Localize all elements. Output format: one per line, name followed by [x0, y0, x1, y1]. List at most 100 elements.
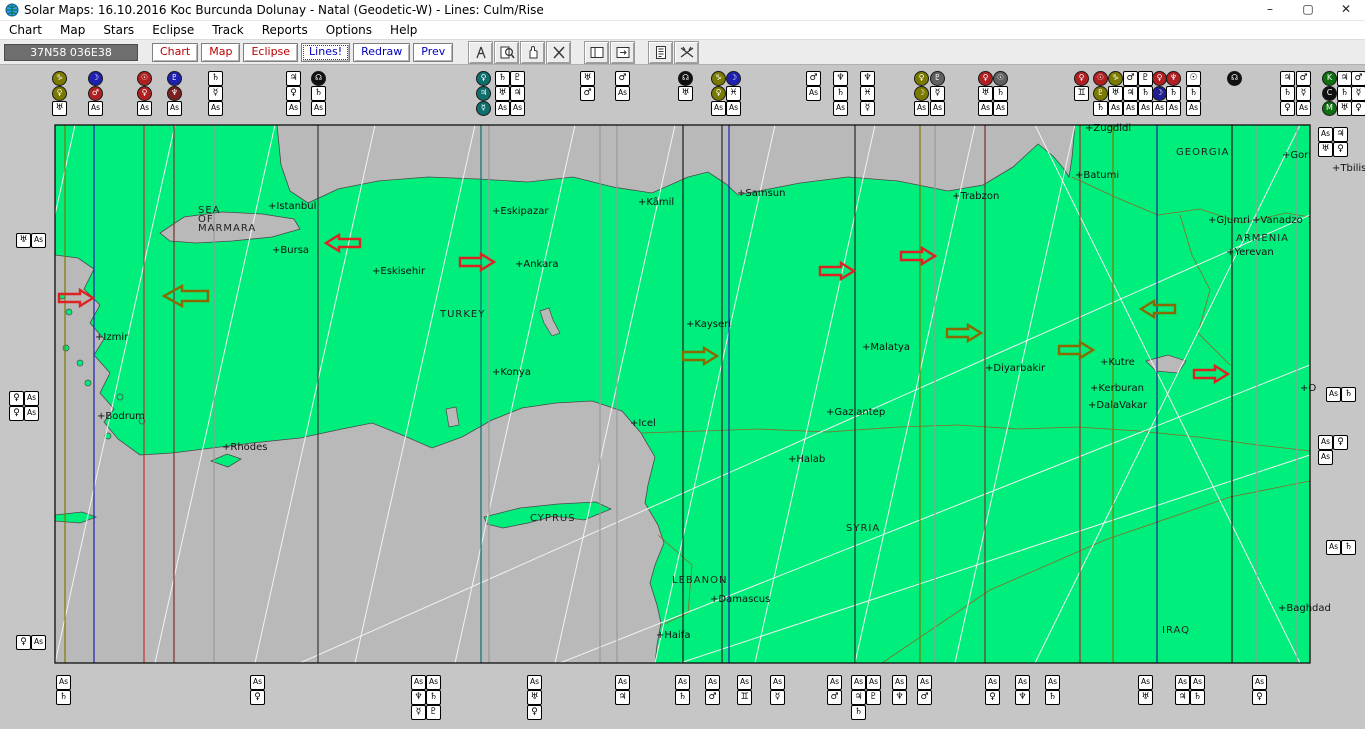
planet-glyph-chip: As — [1326, 387, 1341, 402]
planet-glyph-chip: As — [286, 101, 301, 116]
planet-glyph-chip: ♆ — [1166, 71, 1181, 86]
planet-glyph-chip: As — [827, 675, 842, 690]
planet-glyph-chip: ♊ — [1074, 86, 1089, 101]
planet-glyph-chip: ♄ — [1093, 101, 1108, 116]
planet-glyph-chip: ☊ — [311, 71, 326, 86]
divider-compass-icon[interactable] — [468, 41, 493, 64]
menu-item-track[interactable]: Track — [203, 21, 252, 39]
planet-glyph-chip: ♅ — [1318, 142, 1333, 157]
planet-glyph-chip: As — [311, 101, 326, 116]
planet-glyph-chip: As — [24, 391, 39, 406]
crossed-lines-icon[interactable] — [546, 41, 571, 64]
menu-item-eclipse[interactable]: Eclipse — [143, 21, 203, 39]
planet-glyph-chip: ♅ — [580, 71, 595, 86]
planet-glyph-chip: ♄ — [311, 86, 326, 101]
menu-bar: ChartMapStarsEclipseTrackReportsOptionsH… — [0, 21, 1365, 39]
zoom-page-icon[interactable] — [494, 41, 519, 64]
planet-glyph-chip: As — [1152, 101, 1167, 116]
close-button[interactable]: ✕ — [1327, 0, 1365, 20]
planet-glyph-chip: ♃ — [851, 690, 866, 705]
planet-glyph-chip: ♆ — [411, 690, 426, 705]
planet-glyph-chip: As — [978, 101, 993, 116]
prev-button[interactable]: Prev — [413, 43, 453, 62]
planet-glyph-chip: ☉ — [137, 71, 152, 86]
planet-glyph-chip: ♄ — [1045, 690, 1060, 705]
planet-glyph-chip: ♃ — [1337, 71, 1352, 86]
planet-glyph-chip: ☉ — [993, 71, 1008, 86]
planet-glyph-chip: As — [1296, 101, 1311, 116]
planet-glyph-chip: ♅ — [16, 233, 31, 248]
planet-glyph-chip: ♂ — [1123, 71, 1138, 86]
planet-glyph-chip: ♂ — [1351, 71, 1365, 86]
planet-glyph-chip: As — [24, 406, 39, 421]
map-button[interactable]: Map — [201, 43, 240, 62]
planet-glyph-chip: C — [1322, 86, 1337, 101]
planet-glyph-chip: ♅ — [678, 86, 693, 101]
maximize-button[interactable]: ▢ — [1289, 0, 1327, 20]
planet-glyph-chip: ☉ — [1093, 71, 1108, 86]
frame-left-icon[interactable] — [584, 41, 609, 64]
frame-arrow-icon[interactable] — [610, 41, 635, 64]
planet-glyph-chip: ♀ — [1333, 142, 1348, 157]
planet-glyph-chip: ♇ — [866, 690, 881, 705]
planet-glyph-chip: ♑ — [711, 71, 726, 86]
planet-glyph-chip: As — [1108, 101, 1123, 116]
planet-glyph-chip: ♃ — [615, 690, 630, 705]
chart-button[interactable]: Chart — [152, 43, 198, 62]
planet-glyph-chip: As — [208, 101, 223, 116]
planet-glyph-chip: As — [833, 101, 848, 116]
planet-glyph-chip: As — [1123, 101, 1138, 116]
planet-glyph-chip: ♄ — [675, 690, 690, 705]
menu-item-chart[interactable]: Chart — [0, 21, 51, 39]
menu-item-options[interactable]: Options — [317, 21, 381, 39]
toolbar: 37N58 036E38 ChartMapEclipseLines!Redraw… — [0, 39, 1365, 65]
planet-glyph-chip: ♄ — [1190, 690, 1205, 705]
planet-glyph-chip: ♀ — [1280, 101, 1295, 116]
planet-glyph-chip: ♂ — [1296, 71, 1311, 86]
planet-glyph-chip: ♃ — [1280, 71, 1295, 86]
title-bar: Solar Maps: 16.10.2016 Koc Burcunda Dolu… — [0, 0, 1365, 21]
report-list-icon[interactable] — [648, 41, 673, 64]
planet-glyph-chip: As — [1015, 675, 1030, 690]
planet-glyph-chip: As — [726, 101, 741, 116]
planet-glyph-chip: ♂ — [88, 86, 103, 101]
planet-glyph-chip: ☿ — [476, 101, 491, 116]
redraw-button[interactable]: Redraw — [353, 43, 410, 62]
eclipse-button[interactable]: Eclipse — [243, 43, 298, 62]
planet-glyph-chip: ☊ — [1227, 71, 1242, 86]
planet-glyph-chip: ♆ — [167, 86, 182, 101]
planet-glyph-chip: ♑ — [52, 71, 67, 86]
planet-glyph-chip: ♀ — [16, 635, 31, 650]
planet-glyph-chip: ♆ — [892, 690, 907, 705]
menu-item-reports[interactable]: Reports — [253, 21, 317, 39]
planet-glyph-chip: As — [31, 635, 46, 650]
planet-glyph-chip: ♇ — [510, 71, 525, 86]
crossed-axes-icon[interactable] — [674, 41, 699, 64]
planet-glyph-chip: ♅ — [1138, 690, 1153, 705]
planet-glyph-chip: As — [1138, 675, 1153, 690]
map-area: +Istanbul+Bursa+Eskisehir+Eskipazar+Anka… — [0, 65, 1365, 729]
lines-button[interactable]: Lines! — [301, 43, 350, 62]
planet-glyph-chip: As — [1252, 675, 1267, 690]
menu-item-stars[interactable]: Stars — [94, 21, 143, 39]
planet-glyph-chip: ♄ — [1280, 86, 1295, 101]
hand-pointer-icon[interactable] — [520, 41, 545, 64]
minimize-button[interactable]: – — [1251, 0, 1289, 20]
planet-glyph-chip: ♀ — [914, 71, 929, 86]
planet-glyph-chip: ♑ — [1108, 71, 1123, 86]
planet-glyph-chip: ♀ — [985, 690, 1000, 705]
planet-glyph-chip: ♀ — [52, 86, 67, 101]
planet-glyph-chip: As — [930, 101, 945, 116]
menu-item-map[interactable]: Map — [51, 21, 94, 39]
planet-glyph-chip: ♂ — [705, 690, 720, 705]
planet-glyph-chip: ♂ — [615, 71, 630, 86]
planet-glyph-chip: As — [711, 101, 726, 116]
planet-glyph-chip: ♅ — [527, 690, 542, 705]
planet-glyph-chip: ♅ — [978, 86, 993, 101]
planet-glyph-chip: ♂ — [580, 86, 595, 101]
planet-glyph-chip: ♄ — [1186, 86, 1201, 101]
planet-glyph-chip: ☿ — [860, 101, 875, 116]
menu-item-help[interactable]: Help — [381, 21, 426, 39]
planet-glyph-chip: ♅ — [52, 101, 67, 116]
planet-glyph-chip: As — [250, 675, 265, 690]
